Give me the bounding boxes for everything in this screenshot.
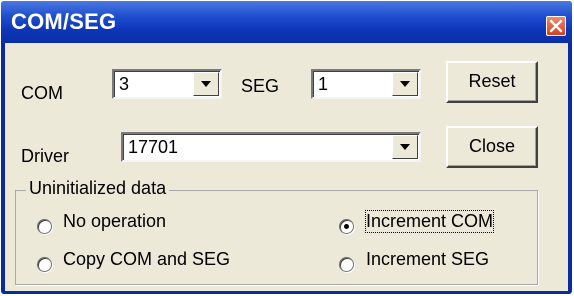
seg-dropdown-button[interactable] xyxy=(392,72,418,96)
radio-selected-dot xyxy=(344,224,349,229)
dialog-window: COM/SEG COM 3 SEG 1 Reset Driver 17701 C… xyxy=(1,1,572,294)
uninitialized-data-group: Uninitialized data No operation Incremen… xyxy=(15,178,538,285)
group-title: Uninitialized data xyxy=(26,178,170,199)
driver-combobox[interactable]: 17701 xyxy=(121,132,421,162)
radio-label-no-operation[interactable]: No operation xyxy=(63,211,166,232)
com-dropdown-button[interactable] xyxy=(193,72,219,96)
dialog-client-area: COM 3 SEG 1 Reset Driver 17701 Close Uni… xyxy=(5,43,568,291)
radio-no-operation[interactable] xyxy=(37,219,52,234)
close-button[interactable]: Close xyxy=(446,126,538,168)
seg-value: 1 xyxy=(318,74,329,94)
com-combobox[interactable]: 3 xyxy=(112,69,222,99)
driver-value: 17701 xyxy=(128,137,179,157)
driver-dropdown-button[interactable] xyxy=(392,135,418,159)
radio-label-copy-com-and-seg[interactable]: Copy COM and SEG xyxy=(63,249,230,270)
radio-label-increment-seg[interactable]: Increment SEG xyxy=(366,249,489,270)
com-label: COM xyxy=(21,83,63,103)
radio-copy-com-and-seg[interactable] xyxy=(37,257,52,272)
radio-increment-seg[interactable] xyxy=(339,257,354,272)
title-bar[interactable]: COM/SEG xyxy=(1,1,572,43)
radio-label-increment-com[interactable]: Increment COM xyxy=(364,210,495,233)
window-title: COM/SEG xyxy=(11,9,117,34)
reset-button[interactable]: Reset xyxy=(446,61,538,103)
com-value: 3 xyxy=(119,74,130,94)
chevron-down-icon xyxy=(201,81,211,87)
seg-combobox[interactable]: 1 xyxy=(311,69,421,99)
chevron-down-icon xyxy=(400,144,410,150)
radio-increment-com[interactable] xyxy=(339,219,354,234)
chevron-down-icon xyxy=(400,81,410,87)
driver-label: Driver xyxy=(21,146,69,166)
seg-label: SEG xyxy=(241,76,280,96)
close-icon[interactable] xyxy=(546,16,566,36)
